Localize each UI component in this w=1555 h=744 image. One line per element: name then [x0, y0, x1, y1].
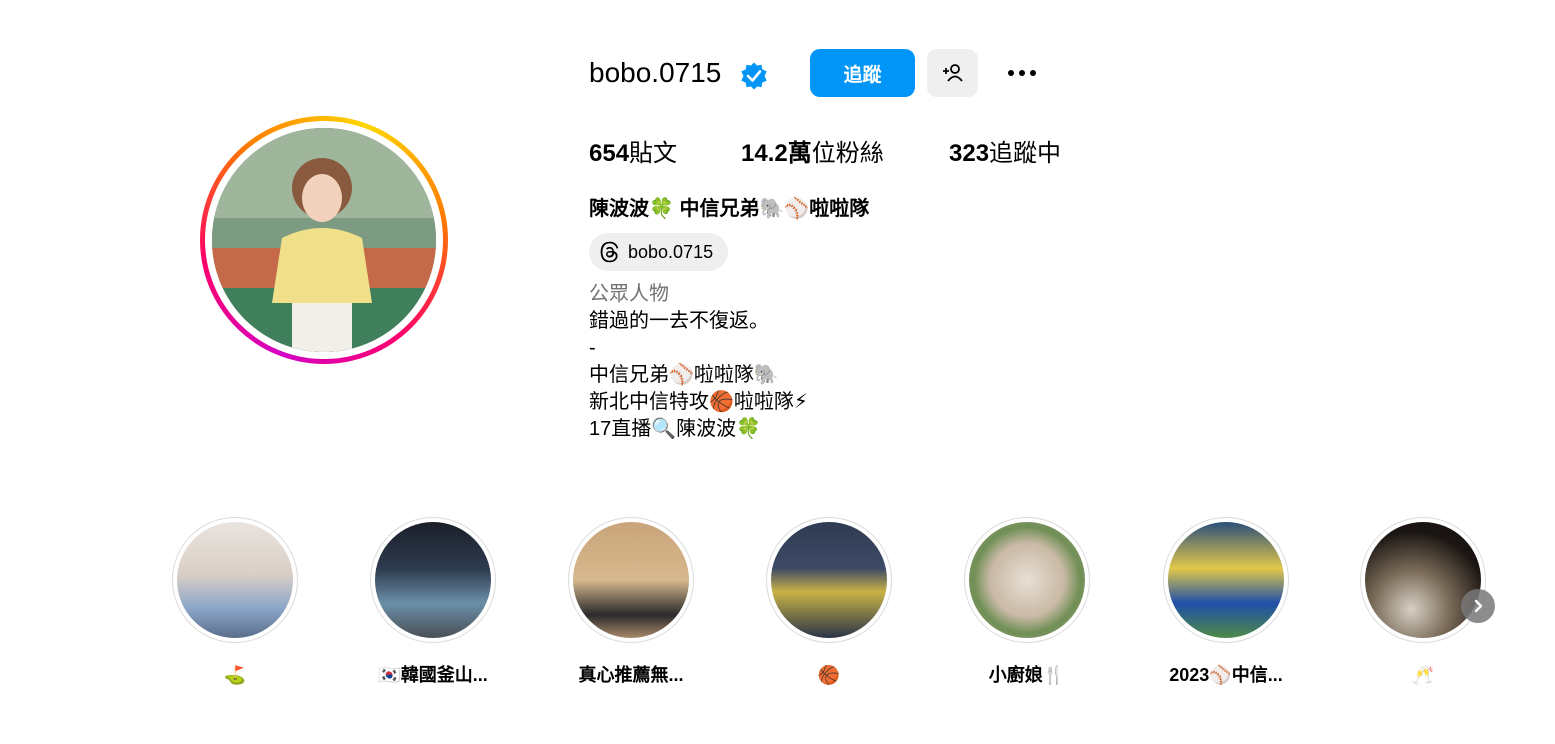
more-options-icon — [1019, 70, 1025, 76]
highlight-cover — [177, 522, 293, 638]
followers-stat[interactable]: 14.2萬位粉絲 — [741, 138, 884, 170]
bio-line: - — [589, 337, 596, 359]
following-label: 追蹤中 — [989, 140, 1062, 167]
posts-count: 654 — [589, 140, 630, 167]
story-highlight-4[interactable] — [766, 517, 892, 643]
threads-link[interactable]: bobo.0715 — [589, 233, 728, 271]
highlight-label[interactable]: 🇰🇷韓國釜山... — [343, 663, 523, 687]
highlight-cover — [573, 522, 689, 638]
highlight-label[interactable]: 2023⚾中信... — [1136, 663, 1316, 687]
highlight-cover — [1168, 522, 1284, 638]
profile-username: bobo.0715 — [589, 57, 722, 88]
highlight-label[interactable]: 真心推薦無... — [541, 663, 721, 687]
story-highlight-7[interactable] — [1360, 517, 1486, 643]
chevron-right-icon — [1474, 599, 1483, 613]
more-options-icon — [1030, 70, 1036, 76]
story-highlight-1[interactable] — [172, 517, 298, 643]
highlight-cover — [771, 522, 887, 638]
bio-line: 新北中信特攻🏀啦啦隊⚡ — [589, 391, 808, 413]
threads-handle: bobo.0715 — [628, 241, 714, 262]
highlight-label[interactable]: 小廚娘🍴 — [937, 663, 1117, 687]
profile-avatar-ring[interactable] — [200, 116, 448, 364]
posts-stat: 654貼文 — [589, 138, 677, 170]
threads-icon — [600, 241, 619, 263]
highlight-cover — [375, 522, 491, 638]
followers-label: 位粉絲 — [811, 140, 884, 167]
bio-line: 中信兄弟⚾啦啦隊🐘 — [589, 364, 779, 386]
story-highlight-3[interactable] — [568, 517, 694, 643]
followers-count: 14.2萬 — [741, 140, 812, 167]
posts-label: 貼文 — [629, 140, 678, 167]
bio-line: 17直播🔍陳波波🍀 — [589, 418, 762, 440]
highlight-label[interactable]: ⛳ — [145, 663, 325, 687]
highlight-label[interactable]: 🥂 — [1333, 663, 1513, 687]
profile-category: 公眾人物 — [589, 283, 669, 305]
following-count: 323 — [949, 140, 990, 167]
following-stat[interactable]: 323追蹤中 — [949, 138, 1061, 170]
follow-button[interactable]: 追蹤 — [810, 49, 915, 97]
avatar[interactable] — [212, 128, 436, 352]
highlight-label[interactable]: 🏀 — [739, 663, 919, 687]
add-user-icon — [942, 64, 963, 82]
story-highlight-6[interactable] — [1163, 517, 1289, 643]
bio-line: 錯過的一去不復返。 — [589, 310, 769, 332]
verified-badge-icon — [741, 62, 767, 90]
highlights-next-button[interactable] — [1461, 589, 1495, 623]
story-highlight-5[interactable] — [964, 517, 1090, 643]
story-highlight-2[interactable] — [370, 517, 496, 643]
more-options-button[interactable] — [1000, 57, 1044, 89]
suggested-users-button[interactable] — [927, 49, 978, 97]
profile-full-name: 陳波波🍀 中信兄弟🐘⚾啦啦隊 — [589, 198, 870, 220]
highlight-cover — [1365, 522, 1481, 638]
more-options-icon — [1008, 70, 1014, 76]
highlight-cover — [969, 522, 1085, 638]
avatar-photo-image — [212, 128, 436, 352]
profile-bio: 錯過的一去不復返。 - 中信兄弟⚾啦啦隊🐘 新北中信特攻🏀啦啦隊⚡ 17直播🔍陳… — [589, 308, 808, 443]
